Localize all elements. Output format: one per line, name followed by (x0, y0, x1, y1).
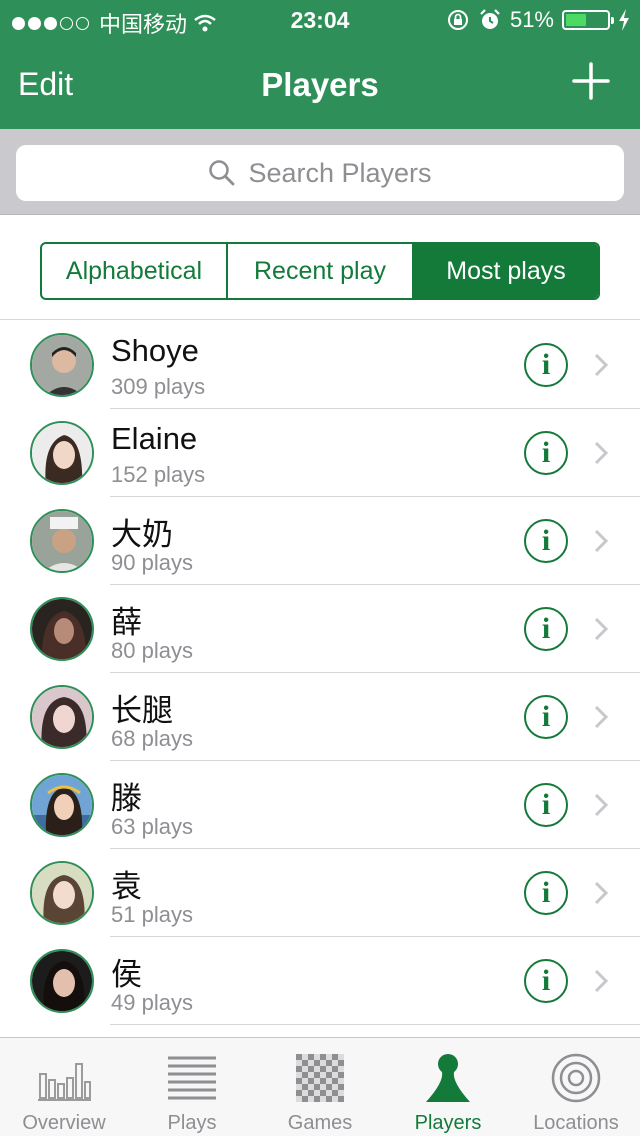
avatar (30, 685, 94, 749)
player-play-count: 80 plays (111, 638, 193, 663)
player-play-count: 90 plays (111, 550, 193, 575)
search-placeholder: Search Players (248, 157, 432, 188)
tab-games[interactable]: Games (256, 1038, 384, 1136)
chevron-right-icon (594, 969, 609, 993)
page-title: Players (261, 66, 379, 103)
player-name: Shoye (111, 333, 199, 368)
chevron-right-icon (594, 353, 609, 377)
player-play-count: 63 plays (111, 814, 193, 839)
avatar (30, 509, 94, 573)
avatar (30, 333, 94, 397)
battery-percent: 51% (509, 7, 554, 32)
segment-recent-play[interactable]: Recent play (228, 244, 414, 298)
search-icon (209, 160, 235, 186)
chevron-right-icon (594, 441, 609, 465)
avatar (30, 421, 94, 485)
bar-chart-icon (38, 1063, 91, 1101)
tab-bar: Overview Plays Games Players Locations (0, 1037, 640, 1136)
player-row[interactable]: 大奶 90 plays i (0, 497, 640, 585)
info-icon[interactable]: i (524, 871, 568, 915)
tab-label: Games (287, 1112, 353, 1134)
avatar (30, 773, 94, 837)
chevron-right-icon (594, 881, 609, 905)
player-name: 滕 (111, 781, 142, 816)
info-icon[interactable]: i (524, 519, 568, 563)
info-icon[interactable]: i (524, 695, 568, 739)
player-row[interactable]: 滕 63 plays i (0, 761, 640, 849)
segment-alphabetical[interactable]: Alphabetical (42, 244, 228, 298)
player-row[interactable]: 长腿 68 plays i (0, 673, 640, 761)
chevron-right-icon (594, 705, 609, 729)
avatar (30, 949, 94, 1013)
alarm-icon (480, 9, 500, 29)
navigation-bar: Edit Players (0, 40, 640, 129)
player-name: 袁 (111, 869, 142, 904)
chevron-right-icon (594, 617, 609, 641)
player-play-count: 51 plays (111, 902, 193, 927)
player-row[interactable]: Elaine 152 plays i (0, 409, 640, 497)
info-icon[interactable]: i (524, 607, 568, 651)
pawn-icon (426, 1054, 470, 1102)
checkerboard-icon (296, 1054, 344, 1102)
chevron-right-icon (594, 793, 609, 817)
player-play-count: 68 plays (111, 726, 193, 751)
search-input[interactable]: Search Players (16, 145, 624, 201)
sort-segment-container: Alphabetical Recent play Most plays (0, 216, 640, 320)
search-bar-container: Search Players (0, 129, 640, 215)
avatar (30, 597, 94, 661)
player-row[interactable]: 侯 49 plays i (0, 937, 640, 1025)
tab-overview[interactable]: Overview (0, 1038, 128, 1136)
tab-plays[interactable]: Plays (128, 1038, 256, 1136)
players-list: Shoye 309 plays i Elaine 152 plays i 大奶 … (0, 321, 640, 1037)
player-row[interactable]: 薛 80 plays i (0, 585, 640, 673)
status-right: 51% (446, 7, 630, 33)
battery-icon (562, 10, 614, 30)
avatar (30, 861, 94, 925)
rotation-lock-icon (447, 10, 468, 30)
add-player-button[interactable] (572, 62, 610, 100)
tab-label: Players (414, 1112, 482, 1134)
player-name: 大奶 (111, 517, 173, 552)
list-lines-icon (168, 1056, 216, 1100)
player-play-count: 152 plays (111, 462, 206, 487)
player-name: 侯 (111, 957, 142, 992)
player-row[interactable]: 袁 51 plays i (0, 849, 640, 937)
chevron-right-icon (594, 529, 609, 553)
player-play-count: 309 plays (111, 374, 206, 399)
status-bar: 中国移动 23:04 51% (0, 0, 640, 40)
sort-segmented-control: Alphabetical Recent play Most plays (40, 242, 600, 300)
player-row[interactable]: Shoye 309 plays i (0, 321, 640, 409)
charging-bolt-icon (619, 9, 629, 31)
target-icon (551, 1053, 601, 1103)
info-icon[interactable]: i (524, 959, 568, 1003)
segment-most-plays[interactable]: Most plays (414, 244, 598, 298)
tab-label: Plays (167, 1112, 217, 1134)
tab-players[interactable]: Players (384, 1038, 512, 1136)
player-name: Elaine (111, 421, 198, 456)
tab-label: Locations (533, 1112, 619, 1134)
player-name: 长腿 (111, 693, 173, 728)
app-header: 中国移动 23:04 51% Edit Players (0, 0, 640, 129)
player-play-count: 49 plays (111, 990, 193, 1015)
info-icon[interactable]: i (524, 783, 568, 827)
info-icon[interactable]: i (524, 343, 568, 387)
tab-label: Overview (22, 1112, 106, 1134)
tab-locations[interactable]: Locations (512, 1038, 640, 1136)
info-icon[interactable]: i (524, 431, 568, 475)
player-name: 薛 (111, 605, 142, 640)
